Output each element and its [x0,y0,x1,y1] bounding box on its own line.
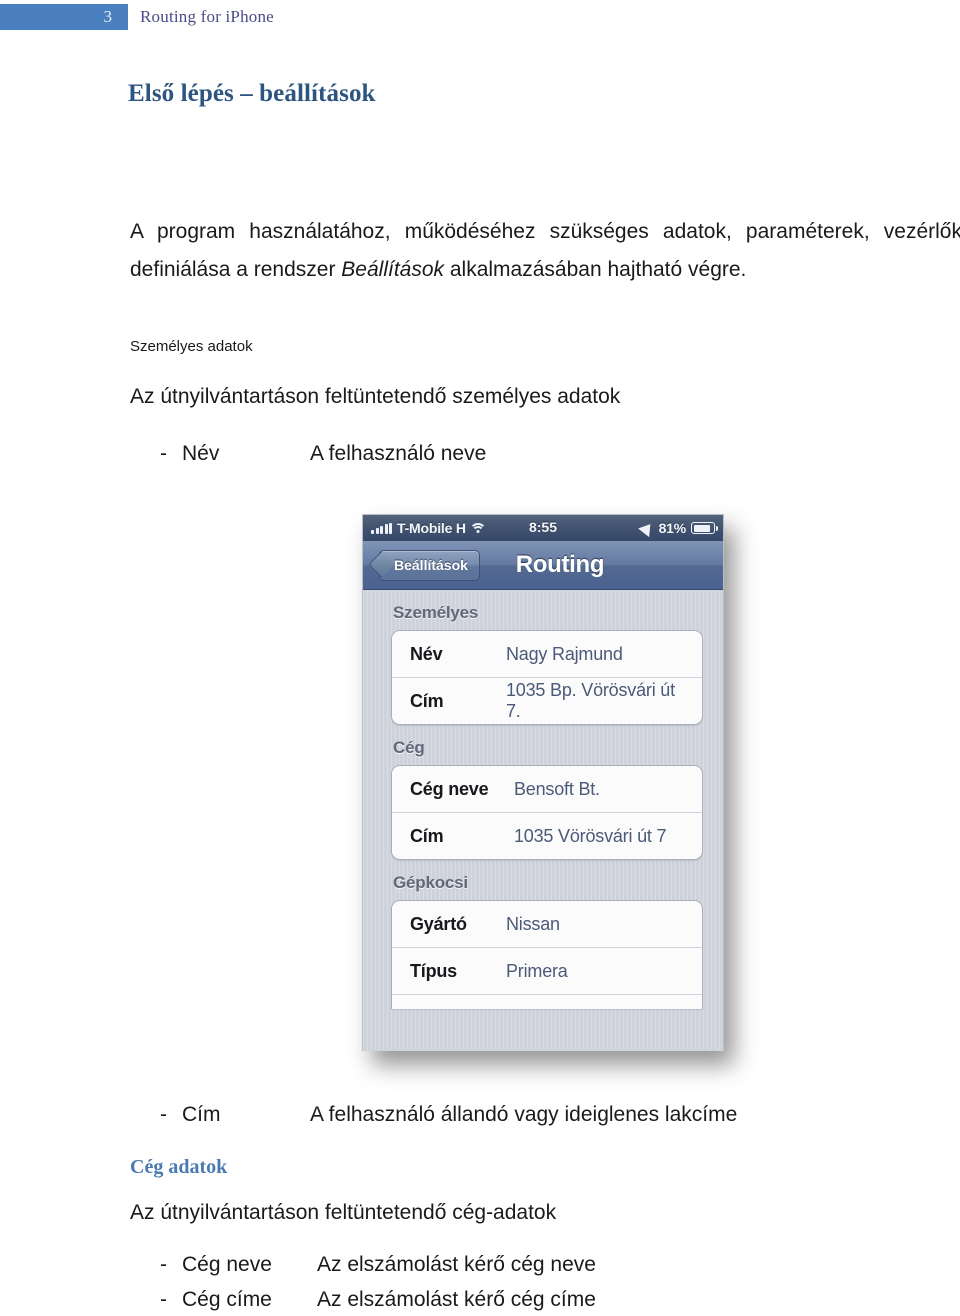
bullet-term: Név [182,442,220,465]
bullet-description: Az elszámolást kérő cég neve [317,1253,596,1276]
row-label: Cím [410,690,444,711]
table-row[interactable]: Típus Primera [392,948,702,995]
company-section-heading: Cég adatok [130,1156,228,1178]
list-item: - Cég címe Az elszámolást kérő cég címe [160,1288,596,1312]
row-label: Típus [410,960,457,981]
page-header: 3 Routing for iPhone [0,0,960,46]
table-row[interactable]: Cím 1035 Vörösvári út 7 [392,813,702,859]
bullet-term: Cég címe [182,1288,272,1311]
signal-bars-icon [371,522,392,534]
settings-list: Személyes Név Nagy Rajmund Cím 1035 Bp. … [363,590,723,1050]
bullet-description: Az elszámolást kérő cég címe [317,1288,596,1311]
row-value: Bensoft Bt. [514,778,600,799]
personal-small-label: Személyes adatok [130,338,253,355]
company-lead-line: Az útnyilvántartáson feltüntetendő cég-a… [130,1201,557,1224]
list-item: - Név A felhasználó neve [160,442,486,466]
group-card-gepkocsi: Gyártó Nissan Típus Primera [391,900,703,1009]
row-label: Név [410,643,443,664]
group-header-gepkocsi: Gépkocsi [393,873,468,892]
row-label: Cím [410,825,444,846]
document-title: Routing for iPhone [140,7,274,26]
bullet-description: A felhasználó neve [310,442,487,465]
list-item: - Cím A felhasználó állandó vagy ideiglene… [160,1103,737,1127]
wifi-icon [469,522,487,534]
intro-paragraph: A program használatához, működéséhez szü… [130,213,960,289]
bullet-description: A felhasználó állandó vagy ideiglenes la… [310,1103,738,1126]
personal-lead-line: Az útnyilvántartáson feltüntetendő szemé… [130,385,621,408]
bullet-dash: - [160,1253,167,1276]
row-value: 1035 Vörösvári út 7 [514,825,667,846]
page-title: Első lépés – beállítások [128,80,376,107]
row-partial [392,995,702,1009]
table-row[interactable]: Cím 1035 Bp. Vörösvári út 7. [392,678,702,724]
carrier-label: T-Mobile H [397,520,466,536]
battery-percent-label: 81% [658,520,687,536]
row-label: Cég neve [410,778,489,799]
intro-paragraph-emphasis: Beállítások [341,258,445,281]
intro-paragraph-part2: alkalmazásában hajtható végre. [444,258,747,281]
row-value: Nagy Rajmund [506,643,623,664]
ios-nav-bar: Beállítások Routing [363,541,723,590]
table-row[interactable]: Cég neve Bensoft Bt. [392,766,702,813]
group-card-szemelyes: Név Nagy Rajmund Cím 1035 Bp. Vörösvári … [391,630,703,725]
row-value: Nissan [506,913,560,934]
iphone-screenshot-image: T-Mobile H 8:55 81% Beállítások Routing … [362,514,724,1051]
ios-status-bar: T-Mobile H 8:55 81% [363,515,723,541]
bullet-dash: - [160,1288,167,1311]
group-header-ceg: Cég [393,738,425,757]
group-card-ceg: Cég neve Bensoft Bt. Cím 1035 Vörösvári … [391,765,703,860]
back-button[interactable]: Beállítások [379,549,480,581]
table-row[interactable]: Név Nagy Rajmund [392,631,702,678]
battery-icon [691,522,718,534]
clock-time: 8:55 [528,519,558,535]
row-value: Primera [506,960,568,981]
row-label: Gyártó [410,913,467,934]
bullet-term: Cég neve [182,1253,272,1276]
page-number-box: 3 [0,4,128,30]
row-value: 1035 Bp. Vörösvári út 7. [506,680,675,721]
list-item: - Cég neve Az elszámolást kérő cég neve [160,1253,596,1277]
location-arrow-icon [637,519,656,537]
bullet-dash: - [160,442,167,465]
group-header-szemelyes: Személyes [393,603,479,622]
status-bar-left: T-Mobile H [371,520,487,536]
table-row[interactable]: Gyártó Nissan [392,901,702,948]
bullet-dash: - [160,1103,167,1126]
back-button-label: Beállítások [394,557,468,573]
status-bar-right: 81% [637,519,718,537]
page-number: 3 [103,7,113,26]
bullet-term: Cím [182,1103,221,1126]
